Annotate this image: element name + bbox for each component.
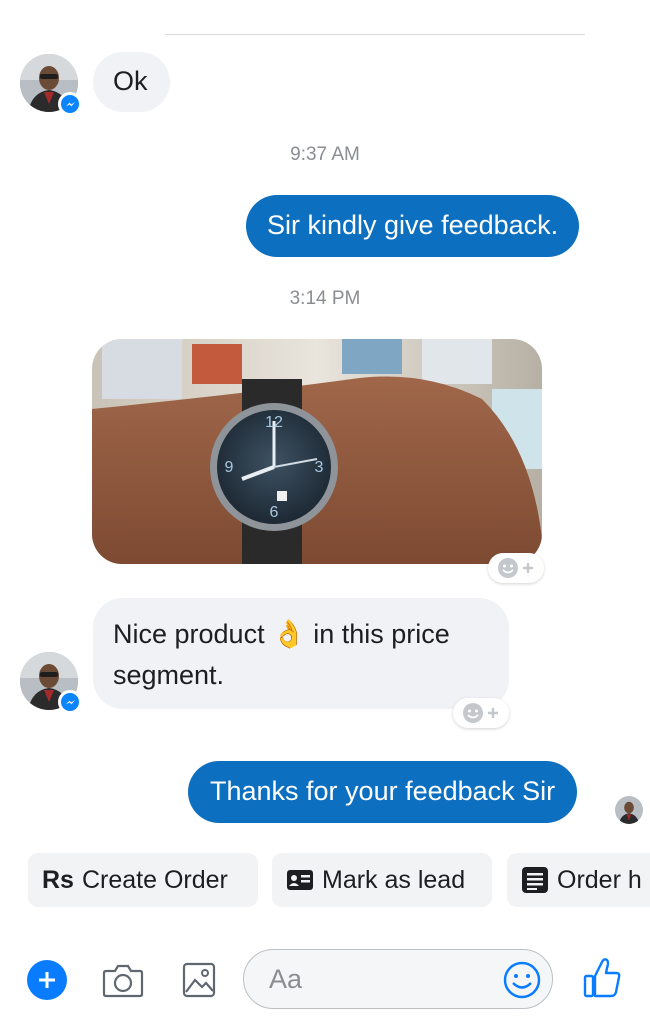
create-order-button[interactable]: Rs Create Order — [28, 853, 258, 907]
rupee-icon: Rs — [42, 865, 74, 894]
composer-bar: Aa — [0, 935, 650, 1024]
svg-text:6: 6 — [270, 504, 279, 521]
message-text-line2: segment. — [113, 660, 225, 690]
message-text-part: in this price — [313, 619, 450, 649]
camera-icon[interactable] — [101, 960, 145, 1000]
emoji-icon[interactable] — [502, 960, 542, 1000]
contact-avatar[interactable] — [20, 54, 82, 116]
top-divider — [165, 34, 585, 35]
message-text: Ok — [113, 66, 148, 96]
svg-text:12: 12 — [265, 414, 283, 431]
message-input[interactable]: Aa — [243, 949, 553, 1009]
list-icon — [521, 866, 549, 894]
ok-hand-emoji: 👌 — [272, 619, 306, 650]
message-text-part: Nice product — [113, 619, 265, 649]
incoming-message[interactable]: Ok — [93, 52, 170, 112]
shared-photo[interactable]: 12 6 9 3 — [92, 339, 542, 564]
svg-text:9: 9 — [225, 459, 234, 476]
timestamp: 9:37 AM — [290, 144, 360, 165]
quick-replies: Rs Create Order Mark as lead Order h — [0, 853, 650, 907]
contact-avatar[interactable] — [20, 652, 82, 714]
outgoing-message[interactable]: Sir kindly give feedback. — [246, 195, 580, 257]
message-text: Sir kindly give feedback. — [267, 210, 559, 240]
mark-as-lead-button[interactable]: Mark as lead — [272, 853, 492, 907]
id-card-icon — [286, 869, 314, 891]
chip-label: Create Order — [81, 865, 228, 894]
messenger-badge-icon — [58, 92, 82, 116]
chip-label: Mark as lead — [322, 865, 466, 894]
input-placeholder: Aa — [269, 964, 303, 994]
timestamp: 3:14 PM — [289, 288, 361, 309]
chip-label: Order h — [557, 865, 642, 894]
message-text: Thanks for your feedback Sir — [210, 776, 556, 806]
incoming-message[interactable]: Nice product 👌 in this price segment. — [93, 598, 509, 709]
outgoing-message[interactable]: Thanks for your feedback Sir — [188, 761, 578, 823]
thumbs-up-icon[interactable] — [580, 955, 624, 1001]
seen-avatar — [615, 796, 643, 824]
message-text: Nice product 👌 in this price — [113, 614, 489, 655]
add-reaction-icon[interactable] — [488, 553, 544, 583]
plus-icon[interactable] — [27, 960, 67, 1000]
order-history-button[interactable]: Order h — [507, 853, 650, 907]
svg-text:3: 3 — [315, 459, 324, 476]
add-reaction-icon[interactable] — [453, 698, 509, 728]
messenger-badge-icon — [58, 690, 82, 714]
gallery-icon[interactable] — [181, 960, 217, 1000]
